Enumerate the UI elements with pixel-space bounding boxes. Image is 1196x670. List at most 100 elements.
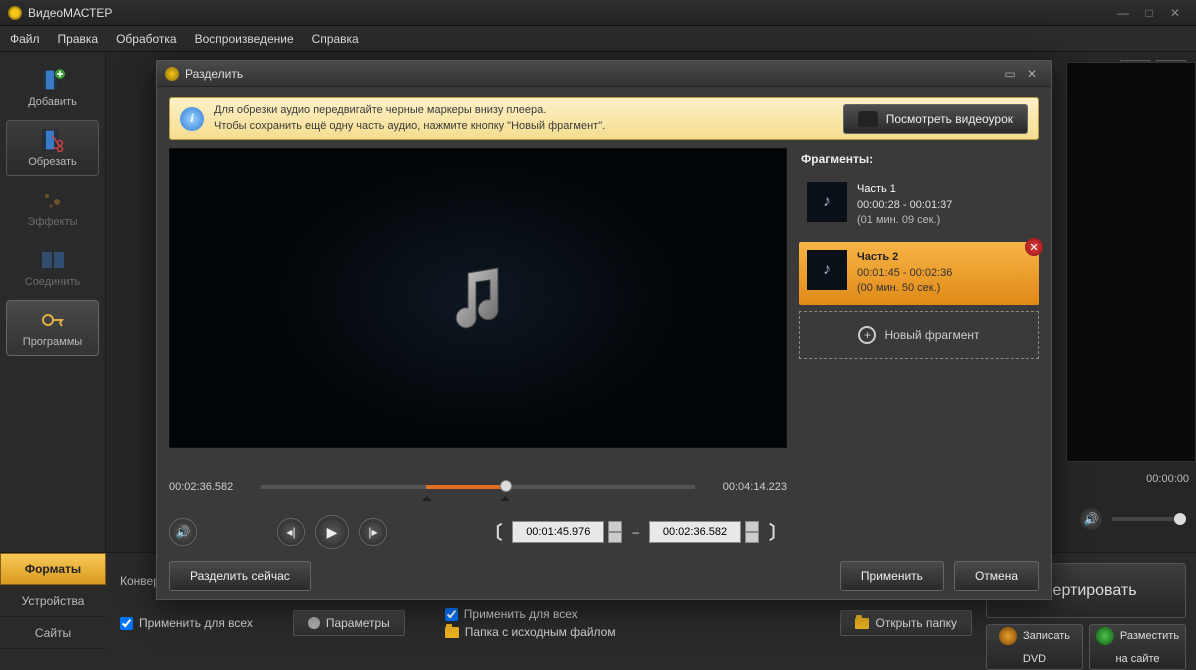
programs-button[interactable]: Программы: [6, 300, 99, 356]
fragments-title: Фрагменты:: [799, 148, 1039, 174]
cut-label: Обрезать: [28, 156, 77, 168]
time-from-box: ▲▼: [512, 521, 622, 543]
fragment-item[interactable]: ♪ Часть 1 00:00:28 - 00:01:37 (01 мин. 0…: [799, 174, 1039, 236]
playhead[interactable]: [500, 480, 512, 492]
filmstrip-join-icon: [39, 248, 67, 272]
music-note-icon: ♪: [807, 250, 847, 290]
minimize-button[interactable]: —: [1110, 4, 1136, 22]
gear-icon: [308, 617, 320, 629]
hint-bar: i Для обрезки аудио передвигайте черные …: [169, 97, 1039, 140]
dialog-titlebar: Разделить ▭ ✕: [157, 61, 1051, 87]
apply-all-checkbox-2[interactable]: [445, 608, 458, 621]
bracket-open-icon[interactable]: 〔: [484, 519, 502, 545]
app-title: ВидеоМАСТЕР: [28, 6, 112, 20]
dialog-close-button[interactable]: ✕: [1021, 65, 1043, 83]
time-to-box: ▲▼: [649, 521, 759, 543]
sparkle-icon: [39, 188, 67, 212]
bottom-tabs: Форматы Устройства Сайты: [0, 553, 106, 670]
add-button[interactable]: Добавить: [6, 60, 99, 116]
prev-button[interactable]: ◂|: [277, 518, 305, 546]
menu-process[interactable]: Обработка: [116, 32, 177, 46]
dialog-logo-icon: [165, 67, 179, 81]
fragments-pane: Фрагменты: ♪ Часть 1 00:00:28 - 00:01:37…: [799, 148, 1039, 552]
cancel-button[interactable]: Отмена: [954, 561, 1039, 591]
timeline: 00:02:36.582 00:04:14.223: [169, 462, 787, 512]
time-from-input[interactable]: [512, 521, 604, 543]
timeline-track[interactable]: [261, 485, 695, 489]
hint-text: Для обрезки аудио передвигайте черные ма…: [214, 103, 833, 134]
fragment-range: 00:01:45 - 00:02:36: [857, 266, 1031, 281]
player-controls: 🔊 ◂| ▶ |▸ 〔 ▲▼ – ▲▼ 〕: [169, 512, 787, 552]
video-area: [169, 148, 787, 448]
bracket-close-icon[interactable]: 〕: [769, 519, 787, 545]
join-button[interactable]: Соединить: [6, 240, 99, 296]
globe-icon: [1096, 627, 1114, 645]
apply-button[interactable]: Применить: [840, 561, 944, 591]
delete-fragment-button[interactable]: ✕: [1025, 238, 1043, 256]
folder-icon: [855, 618, 869, 629]
volume-slider[interactable]: [1112, 517, 1182, 521]
marker-end[interactable]: [500, 491, 510, 501]
tab-devices[interactable]: Устройства: [0, 585, 106, 617]
next-button[interactable]: |▸: [359, 518, 387, 546]
publish-button[interactable]: Разместить на сайте: [1089, 624, 1186, 670]
camera-icon: [858, 111, 878, 127]
menu-edit[interactable]: Правка: [58, 32, 99, 46]
filmstrip-plus-icon: [39, 68, 67, 92]
dialog-footer: Разделить сейчас Применить Отмена: [157, 552, 1051, 599]
watch-tutorial-button[interactable]: Посмотреть видеоурок: [843, 104, 1028, 134]
programs-label: Программы: [23, 336, 82, 348]
play-button[interactable]: ▶: [315, 515, 349, 549]
mute-button[interactable]: 🔊: [169, 518, 197, 546]
effects-label: Эффекты: [27, 216, 77, 228]
time-total: 00:04:14.223: [705, 481, 787, 493]
preview-time: 00:00:00: [1146, 473, 1189, 485]
menu-help[interactable]: Справка: [312, 32, 359, 46]
music-note-icon: ♪: [807, 182, 847, 222]
dash: –: [632, 525, 639, 539]
disc-icon: [999, 627, 1017, 645]
time-to-down[interactable]: ▼: [745, 532, 759, 543]
plus-icon: +: [858, 326, 876, 344]
apply-all-checkbox-1[interactable]: [120, 617, 133, 630]
time-to-up[interactable]: ▲: [745, 521, 759, 532]
preview-panel: 00:00:00: [1066, 62, 1196, 462]
maximize-button[interactable]: □: [1136, 4, 1162, 22]
app-titlebar: ВидеоМАСТЕР — □ ✕: [0, 0, 1196, 26]
close-button[interactable]: ✕: [1162, 4, 1188, 22]
fragment-range: 00:00:28 - 00:01:37: [857, 198, 1031, 213]
volume-icon[interactable]: 🔊: [1080, 508, 1102, 530]
menubar: Файл Правка Обработка Воспроизведение Сп…: [0, 26, 1196, 52]
effects-button[interactable]: Эффекты: [6, 180, 99, 236]
menu-file[interactable]: Файл: [10, 32, 40, 46]
player-pane: 00:02:36.582 00:04:14.223 🔊 ◂| ▶ |▸ 〔: [169, 148, 787, 552]
open-folder-button[interactable]: Открыть папку: [840, 610, 972, 636]
volume-control: 🔊: [1080, 508, 1182, 530]
time-from-down[interactable]: ▼: [608, 532, 622, 543]
dialog-minimize-button[interactable]: ▭: [999, 65, 1021, 83]
tab-sites[interactable]: Сайты: [0, 617, 106, 649]
fragment-duration: (00 мин. 50 сек.): [857, 281, 1031, 296]
time-to-input[interactable]: [649, 521, 741, 543]
menu-playback[interactable]: Воспроизведение: [195, 32, 294, 46]
fragment-item[interactable]: ♪ Часть 2 00:01:45 - 00:02:36 (00 мин. 5…: [799, 242, 1039, 304]
fragment-name: Часть 1: [857, 182, 1031, 197]
time-from-up[interactable]: ▲: [608, 521, 622, 532]
split-now-button[interactable]: Разделить сейчас: [169, 561, 311, 591]
new-fragment-button[interactable]: + Новый фрагмент: [799, 311, 1039, 359]
burn-dvd-button[interactable]: Записать DVD: [986, 624, 1083, 670]
filmstrip-scissors-icon: [39, 128, 67, 152]
dialog-title: Разделить: [185, 67, 243, 81]
source-folder-row[interactable]: Папка с исходным файлом: [445, 625, 616, 639]
time-current: 00:02:36.582: [169, 481, 251, 493]
tab-formats[interactable]: Форматы: [0, 553, 106, 585]
apply-all-1[interactable]: Применить для всех: [120, 616, 253, 630]
app-logo-icon: [8, 6, 22, 20]
cut-button[interactable]: Обрезать: [6, 120, 99, 176]
apply-all-2[interactable]: Применить для всех: [445, 607, 616, 621]
marker-start[interactable]: [422, 491, 432, 501]
params-button[interactable]: Параметры: [293, 610, 405, 636]
music-note-icon: [438, 258, 518, 338]
key-icon: [39, 308, 67, 332]
add-label: Добавить: [28, 96, 77, 108]
